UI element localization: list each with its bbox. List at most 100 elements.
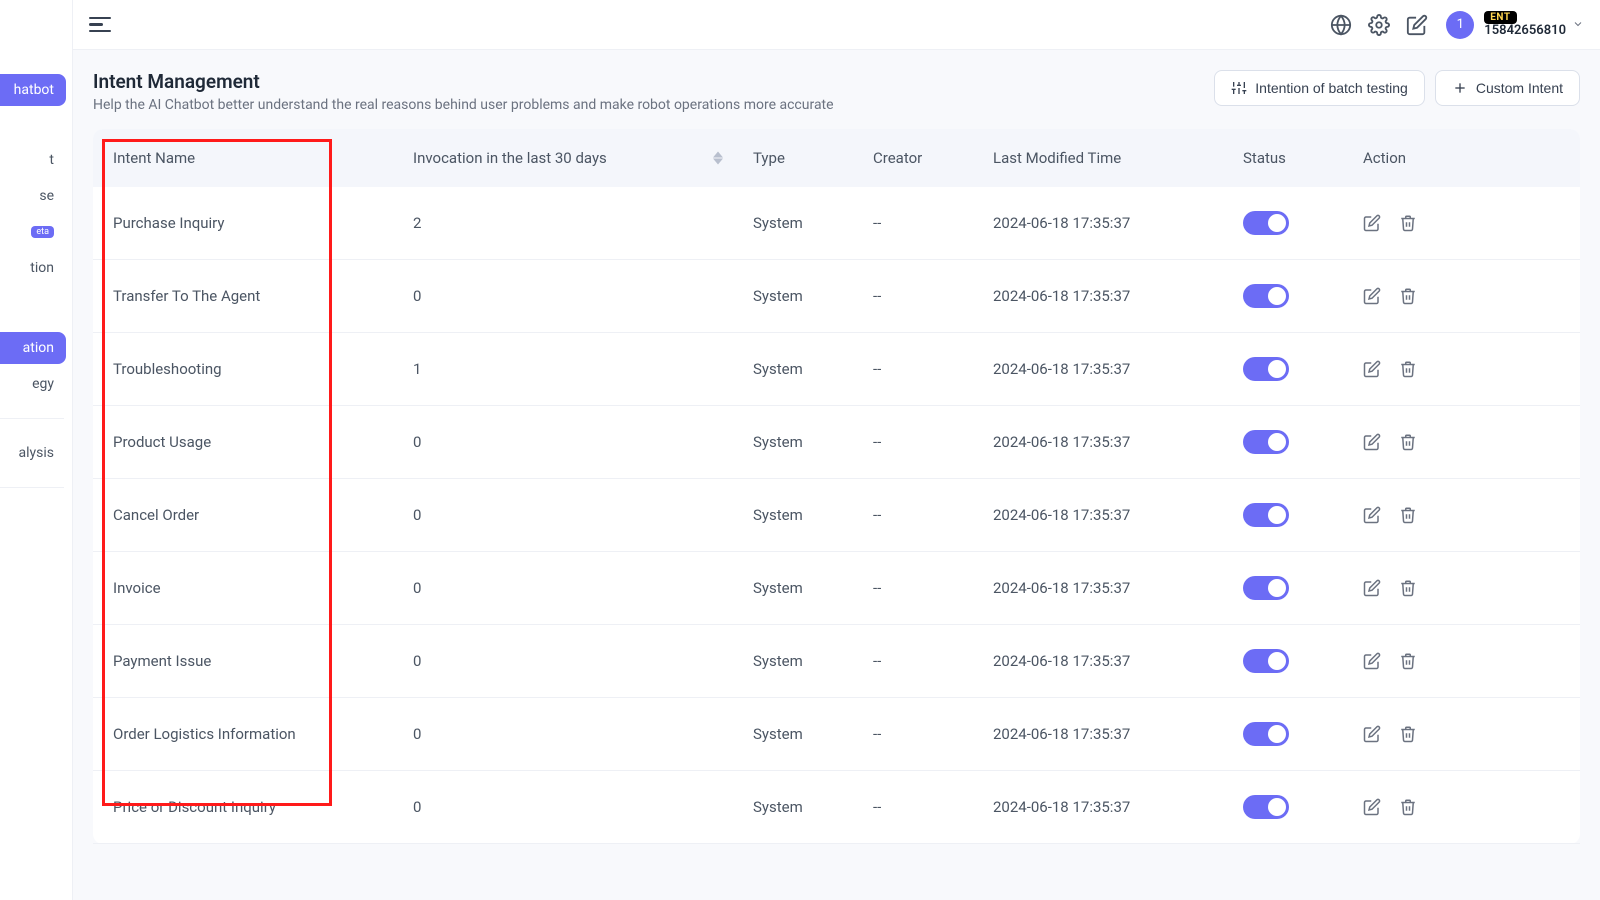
edit-icon[interactable] [1363,798,1381,816]
delete-icon[interactable] [1399,725,1417,743]
delete-icon[interactable] [1399,360,1417,378]
custom-intent-button[interactable]: Custom Intent [1435,70,1580,106]
status-toggle[interactable] [1243,430,1289,454]
col-label: Status [1243,149,1286,167]
edit-icon[interactable] [1363,360,1381,378]
account-badge: ENT [1484,11,1516,24]
cell-status [1233,260,1353,332]
edit-icon[interactable] [1363,579,1381,597]
cell-status [1233,406,1353,478]
status-toggle[interactable] [1243,284,1289,308]
cell-modified: 2024-06-18 17:35:37 [983,625,1233,697]
status-toggle[interactable] [1243,503,1289,527]
cell-modified: 2024-06-18 17:35:37 [983,698,1233,770]
cell-status [1233,187,1353,259]
status-toggle[interactable] [1243,649,1289,673]
intent-table: Intent Name Invocation in the last 30 da… [93,129,1580,844]
status-toggle[interactable] [1243,722,1289,746]
cell-modified: 2024-06-18 17:35:37 [983,333,1233,405]
avatar[interactable]: 1 [1446,11,1474,39]
col-action[interactable]: Action [1353,129,1483,187]
sidebar-item-1[interactable]: t [0,144,66,176]
delete-icon[interactable] [1399,506,1417,524]
col-label: Last Modified Time [993,149,1121,167]
page-header: Intent Management Help the AI Chatbot be… [93,70,1580,113]
sidebar-item-3[interactable]: eta [0,216,66,248]
col-label: Intent Name [113,149,195,167]
sliders-icon [1231,80,1247,96]
delete-icon[interactable] [1399,214,1417,232]
sidebar-item-label: tion [30,260,54,276]
col-type[interactable]: Type [743,129,863,187]
sidebar-item-2[interactable]: se [0,180,66,212]
sidebar-item-label: hatbot [14,82,54,98]
delete-icon[interactable] [1399,579,1417,597]
account-menu[interactable]: ENT 15842656810 [1484,11,1566,38]
sidebar-item-6[interactable]: egy [0,368,66,400]
avatar-text: 1 [1457,17,1464,32]
status-toggle[interactable] [1243,795,1289,819]
sidebar-item-label: se [39,188,54,204]
table-row[interactable]: Product Usage0System--2024-06-18 17:35:3… [93,406,1580,479]
cell-action [1353,187,1483,259]
status-toggle[interactable] [1243,576,1289,600]
chevron-down-icon[interactable] [1572,16,1584,34]
table-row[interactable]: Invoice0System--2024-06-18 17:35:37 [93,552,1580,625]
table-row[interactable]: Purchase Inquiry2System--2024-06-18 17:3… [93,187,1580,260]
cell-invocation: 0 [403,260,743,332]
sidebar-item-4[interactable]: tion [0,252,66,284]
cell-type: System [743,406,863,478]
topbar: 1 ENT 15842656810 [73,0,1600,50]
cell-action [1353,333,1483,405]
table-row[interactable]: Price or Discount Inquiry0System--2024-0… [93,771,1580,844]
delete-icon[interactable] [1399,652,1417,670]
col-modified[interactable]: Last Modified Time [983,129,1233,187]
cell-type: System [743,625,863,697]
sidebar-item-5[interactable]: ation [0,332,66,364]
table-row[interactable]: Transfer To The Agent0System--2024-06-18… [93,260,1580,333]
cell-invocation: 1 [403,333,743,405]
cell-intent-name: Payment Issue [103,625,403,697]
col-creator[interactable]: Creator [863,129,983,187]
col-label: Action [1363,149,1406,167]
cell-intent-name: Invoice [103,552,403,624]
status-toggle[interactable] [1243,211,1289,235]
table-row[interactable]: Payment Issue0System--2024-06-18 17:35:3… [93,625,1580,698]
page-title: Intent Management [93,70,834,93]
menu-toggle-icon[interactable] [89,14,111,36]
delete-icon[interactable] [1399,287,1417,305]
delete-icon[interactable] [1399,798,1417,816]
delete-icon[interactable] [1399,433,1417,451]
edit-icon[interactable] [1363,214,1381,232]
cell-intent-name: Troubleshooting [103,333,403,405]
edit-icon[interactable] [1363,433,1381,451]
gear-icon[interactable] [1368,14,1390,36]
edit-icon[interactable] [1363,287,1381,305]
cell-intent-name: Order Logistics Information [103,698,403,770]
col-invocation[interactable]: Invocation in the last 30 days [403,129,743,187]
sidebar: hatbot t se eta tion ation egy alysis [0,0,73,900]
edit-icon[interactable] [1363,725,1381,743]
edit-icon[interactable] [1363,652,1381,670]
edit-note-icon[interactable] [1406,14,1428,36]
table-row[interactable]: Order Logistics Information0System--2024… [93,698,1580,771]
cell-intent-name: Cancel Order [103,479,403,551]
cell-status [1233,552,1353,624]
sidebar-item-chatbot[interactable]: hatbot [0,74,66,106]
cell-modified: 2024-06-18 17:35:37 [983,479,1233,551]
cell-status [1233,333,1353,405]
cell-status [1233,479,1353,551]
col-status[interactable]: Status [1233,129,1353,187]
edit-icon[interactable] [1363,506,1381,524]
batch-testing-button[interactable]: Intention of batch testing [1214,70,1425,106]
status-toggle[interactable] [1243,357,1289,381]
sidebar-item-7[interactable]: alysis [0,437,66,469]
cell-invocation: 0 [403,771,743,843]
globe-icon[interactable] [1330,14,1352,36]
col-intent-name[interactable]: Intent Name [103,129,403,187]
table-row[interactable]: Cancel Order0System--2024-06-18 17:35:37 [93,479,1580,552]
sort-icon[interactable] [713,151,723,165]
cell-type: System [743,771,863,843]
cell-type: System [743,698,863,770]
table-row[interactable]: Troubleshooting1System--2024-06-18 17:35… [93,333,1580,406]
